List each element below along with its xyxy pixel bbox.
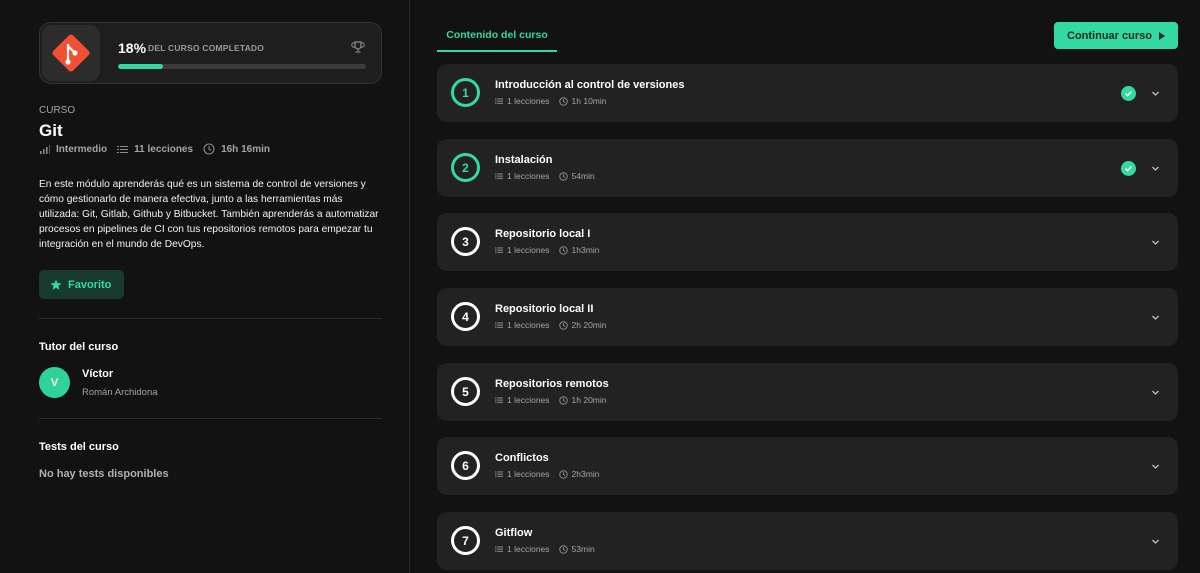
module-title: Introducción al control de versiones (495, 79, 685, 91)
chevron-down-icon[interactable] (1151, 462, 1160, 471)
continue-course-button[interactable]: Continuar curso (1054, 22, 1178, 49)
no-tests-message: No hay tests disponibles (39, 468, 169, 480)
module-number: 2 (451, 153, 480, 182)
progress-bar (118, 64, 366, 69)
module-lessons: 1 lecciones (507, 469, 550, 479)
clock-icon (558, 245, 568, 255)
module-card[interactable]: 1 Introducción al control de versiones 1 l… (437, 64, 1178, 122)
tutor-name: Víctor (82, 368, 114, 380)
clock-icon (558, 96, 568, 106)
module-number: 6 (451, 451, 480, 480)
module-title: Instalación (495, 154, 553, 166)
chevron-down-icon[interactable] (1151, 313, 1160, 322)
favorite-label: Favorito (68, 278, 112, 291)
list-icon (495, 471, 503, 477)
module-number: 5 (451, 377, 480, 406)
module-title: Conflictos (495, 452, 549, 464)
module-title: Repositorios remotos (495, 378, 609, 390)
completed-check-icon (1121, 86, 1136, 101)
trophy-icon (351, 41, 365, 53)
chevron-down-icon[interactable] (1151, 537, 1160, 546)
module-title: Repositorio local II (495, 303, 594, 315)
course-description: En este módulo aprenderás qué es un sist… (39, 179, 379, 250)
module-lessons: 1 lecciones (507, 171, 550, 181)
list-icon (495, 247, 503, 253)
module-card[interactable]: 5 Repositorios remotos 1 lecciones 1h 20min (437, 363, 1178, 421)
course-title: Git (39, 121, 63, 140)
tutor-heading: Tutor del curso (39, 341, 119, 353)
module-meta: 1 lecciones 53min (495, 544, 595, 554)
chevron-down-icon[interactable] (1151, 388, 1160, 397)
module-meta: 1 lecciones 2h 20min (495, 320, 607, 330)
module-duration: 54min (571, 171, 595, 181)
module-card[interactable]: 4 Repositorio local II 1 lecciones 2h 20min (437, 288, 1178, 346)
module-meta: 1 lecciones 1h 10min (495, 96, 607, 106)
module-number: 4 (451, 302, 480, 331)
module-card[interactable]: 2 Instalación 1 lecciones 54min (437, 139, 1178, 197)
list-icon (495, 173, 503, 179)
course-logo (42, 25, 100, 81)
divider (39, 318, 382, 319)
clock-icon (558, 395, 568, 405)
clock-icon (558, 320, 568, 330)
module-number: 3 (451, 227, 480, 256)
module-lessons: 1 lecciones (507, 245, 550, 255)
tab-course-content[interactable]: Contenido del curso (437, 22, 557, 52)
clock-icon (203, 143, 215, 155)
progress-percent: 18% (118, 40, 147, 56)
list-icon (495, 98, 503, 104)
course-section-label: CURSO (39, 105, 76, 116)
module-duration: 2h 20min (571, 320, 607, 330)
divider (39, 418, 382, 419)
module-title: Repositorio local I (495, 228, 591, 240)
continue-course-label: Continuar curso (1067, 29, 1152, 42)
module-duration: 1h3min (571, 245, 600, 255)
chevron-down-icon[interactable] (1151, 89, 1160, 98)
completed-check-icon (1121, 161, 1136, 176)
course-sidebar: 18% DEL CURSO COMPLETADO CURSO Git Inter… (0, 0, 410, 573)
clock-icon (558, 171, 568, 181)
list-icon (117, 145, 129, 153)
module-meta: 1 lecciones 54min (495, 171, 595, 181)
module-title: Gitflow (495, 527, 533, 539)
module-card[interactable]: 6 Conflictos 1 lecciones 2h3min (437, 437, 1178, 495)
module-duration: 1h 10min (571, 96, 607, 106)
course-duration: 16h 16min (221, 143, 270, 155)
module-meta: 1 lecciones 1h3min (495, 245, 599, 255)
module-lessons: 1 lecciones (507, 395, 550, 405)
tests-heading: Tests del curso (39, 441, 119, 453)
play-icon (1158, 31, 1165, 40)
progress-label: DEL CURSO COMPLETADO (148, 43, 265, 53)
star-icon (50, 279, 62, 290)
module-duration: 53min (571, 544, 595, 554)
chevron-down-icon[interactable] (1151, 238, 1160, 247)
module-card[interactable]: 7 Gitflow 1 lecciones 53min (437, 512, 1178, 570)
module-lessons: 1 lecciones (507, 544, 550, 554)
chevron-down-icon[interactable] (1151, 164, 1160, 173)
module-meta: 1 lecciones 2h3min (495, 469, 599, 479)
list-icon (495, 397, 503, 403)
module-duration: 2h3min (571, 469, 600, 479)
module-lessons: 1 lecciones (507, 320, 550, 330)
course-lessons: 11 lecciones (134, 143, 194, 155)
tutor-avatar: V (39, 367, 70, 398)
module-meta: 1 lecciones 1h 20min (495, 395, 607, 405)
favorite-button[interactable]: Favorito (39, 270, 124, 299)
module-duration: 1h 20min (571, 395, 607, 405)
level-bars-icon (40, 144, 50, 154)
module-number: 1 (451, 78, 480, 107)
list-icon (495, 546, 503, 552)
module-number: 7 (451, 526, 480, 555)
module-card[interactable]: 3 Repositorio local I 1 lecciones 1h3min (437, 213, 1178, 271)
progress-card: 18% DEL CURSO COMPLETADO (39, 22, 382, 84)
clock-icon (558, 469, 568, 479)
list-icon (495, 322, 503, 328)
course-meta: Intermedio 11 lecciones 16h 16min (39, 143, 280, 155)
progress-bar-fill (118, 64, 163, 69)
tutor-surname: Román Archidona (82, 387, 158, 398)
git-logo-icon (52, 34, 90, 72)
module-lessons: 1 lecciones (507, 96, 550, 106)
clock-icon (558, 544, 568, 554)
course-level: Intermedio (56, 143, 108, 155)
